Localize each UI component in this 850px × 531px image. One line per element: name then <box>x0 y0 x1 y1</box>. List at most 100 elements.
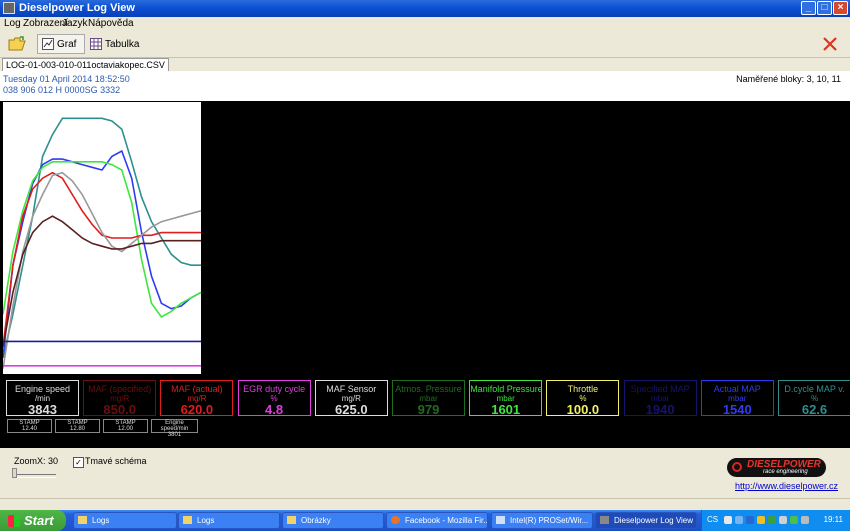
menu-napoveda[interactable]: Nápověda <box>88 18 134 29</box>
log-date: Tuesday 01 April 2014 18:52:50 <box>3 74 130 84</box>
gauge-name: MAF Sensor <box>326 384 377 394</box>
table-view-label: Tabulka <box>105 38 140 50</box>
stamp-value: 12.40 <box>21 426 37 432</box>
gauge-value: 4.8 <box>265 402 284 417</box>
toolbar: Graf Tabulka <box>0 31 850 58</box>
gauge-name: Actual MAP <box>713 384 761 394</box>
taskbar-item-intel-proset[interactable]: Intel(R) PROSet/Wir... <box>491 512 593 529</box>
stamp-value: 12.80 <box>69 426 85 432</box>
folder-icon <box>183 516 192 524</box>
gauge-maf-actual: MAF (actual) mg/R 620.0 <box>160 380 234 417</box>
bluetooth-icon[interactable] <box>746 516 754 524</box>
taskbar-item-label: Logs <box>92 516 110 525</box>
network-icon <box>496 516 505 524</box>
gauge-actual-map: Actual MAP mbar 1540 <box>700 380 774 417</box>
gauge-value: 3843 <box>28 402 57 417</box>
close-log-button[interactable] <box>822 34 838 54</box>
language-indicator[interactable]: CS <box>707 515 718 524</box>
website-link[interactable]: http://www.dieselpower.cz <box>735 481 838 491</box>
gauge-maf-sensor: MAF Sensor mg/R 625.0 <box>314 380 388 417</box>
file-tabs: LOG-01-003-010-011octaviakopec.CSV <box>0 57 850 72</box>
tray-icon[interactable] <box>768 516 776 524</box>
maximize-button[interactable]: □ <box>817 1 832 15</box>
gauge-name: MAF (specified) <box>88 384 152 394</box>
series-line-3 <box>2 171 201 347</box>
dark-scheme-checkbox[interactable]: ✓ <box>73 457 84 468</box>
start-button[interactable]: Start <box>0 510 66 531</box>
taskbar-item-firefox[interactable]: Facebook - Mozilla Fir... <box>386 512 488 529</box>
gauge-name: Specified MAP <box>630 384 690 394</box>
network-tray-icon[interactable] <box>790 516 798 524</box>
zoom-slider[interactable] <box>12 468 56 478</box>
graph-view-label: Graf <box>57 38 77 50</box>
firefox-icon <box>391 516 400 524</box>
gauge-name: Engine speed <box>14 384 71 394</box>
title-bar: Dieselpower Log View _ □ × <box>0 0 850 17</box>
minimize-button[interactable]: _ <box>801 1 816 15</box>
graph-view-button[interactable]: Graf <box>37 34 85 54</box>
gauge-maf-specified: MAF (specified) mg/R 850.0 <box>83 380 157 417</box>
gauge-specified-map: Specified MAP mbar 1940 <box>623 380 697 417</box>
stamp-label: Engine speed/min <box>160 420 189 432</box>
tray-icon[interactable] <box>724 516 732 524</box>
gauge-engine-speed: Engine speed /min 3843 <box>6 380 79 417</box>
shield-icon[interactable] <box>757 516 765 524</box>
gauge-value: 850.0 <box>103 402 136 417</box>
measured-blocks: Naměřené bloky: 3, 10, 11 <box>736 74 841 84</box>
stamp-box: STAMP 12.40 <box>7 419 52 433</box>
start-label: Start <box>24 513 54 528</box>
menu-bar: Log Zobrazení Jazyk Nápověda <box>0 17 850 31</box>
taskbar-item-label: Intel(R) PROSet/Wir... <box>510 516 589 525</box>
window-title: Dieselpower Log View <box>19 2 135 14</box>
close-window-button[interactable]: × <box>833 1 848 15</box>
gauge-value: 100.0 <box>566 402 600 417</box>
gauge-value: 1940 <box>645 402 675 417</box>
taskbar-item-label: Dieselpower Log View <box>614 516 694 525</box>
taskbar-item-label: Facebook - Mozilla Fir... <box>405 516 488 525</box>
menu-log[interactable]: Log <box>4 18 21 29</box>
taskbar-item-logs-2[interactable]: Logs <box>178 512 280 529</box>
menu-jazyk[interactable]: Jazyk <box>62 18 88 29</box>
system-tray: CS 19:11 <box>701 510 850 531</box>
dark-scheme-label: Tmavé schéma <box>85 456 147 466</box>
tab-log-file[interactable]: LOG-01-003-010-011octaviakopec.CSV <box>2 58 169 72</box>
logo-mark-icon <box>732 462 742 472</box>
gauge-name: MAF (actual) <box>171 384 223 394</box>
zoom-label: ZoomX: 30 <box>14 456 59 466</box>
gauge-name: Manifold Pressure <box>470 384 542 394</box>
gauge-value: 62.6 <box>801 402 828 417</box>
gauge-manifold-pressure: Manifold Pressure mbar 1601 <box>469 380 543 417</box>
red-x-icon <box>823 37 837 51</box>
table-view-button[interactable]: Tabulka <box>90 34 139 54</box>
app-icon <box>600 516 609 524</box>
gauge-name: Atmos. Pressure <box>395 384 462 394</box>
gauge-dcycle-map: D.cycle MAP v. % 62.6 <box>778 380 850 417</box>
graph-icon <box>42 38 54 50</box>
log-info-panel: Tuesday 01 April 2014 18:52:50 038 906 0… <box>0 71 850 101</box>
stamp-value: 3801 <box>167 432 182 438</box>
gauge-value: 1601 <box>491 402 521 417</box>
gauge-egr-duty-cycle: EGR duty cycle % 4.8 <box>237 380 311 417</box>
tray-icon[interactable] <box>779 516 787 524</box>
gauge-throttle: Throttle % 100.0 <box>546 380 620 417</box>
ecu-id: 038 906 012 H 0000SG 3332 <box>3 85 121 95</box>
stamp-box: Engine speed/min 3801 <box>151 419 198 438</box>
volume-icon[interactable] <box>801 516 809 524</box>
series-line-4 <box>2 171 202 369</box>
taskbar-item-logs-1[interactable]: Logs <box>73 512 177 529</box>
zoom-slider-thumb[interactable] <box>12 468 17 478</box>
open-file-button[interactable] <box>8 34 26 54</box>
gauge-value: 979 <box>417 402 440 417</box>
taskbar-item-obrazky[interactable]: Obrázky <box>282 512 384 529</box>
windows-flag-icon <box>8 514 20 527</box>
gauge-panel: Engine speed /min 3843 MAF (specified) m… <box>0 376 850 448</box>
taskbar: Start Logs Logs Obrázky Facebook - Mozil… <box>0 510 850 531</box>
app-icon <box>3 2 15 14</box>
gauge-name: Throttle <box>567 384 599 394</box>
tray-icon[interactable] <box>735 516 743 524</box>
taskbar-item-dieselpower[interactable]: Dieselpower Log View <box>595 512 697 529</box>
log-graph[interactable] <box>2 102 202 374</box>
gauge-atmos-pressure: Atmos. Pressure mbar 979 <box>392 380 465 417</box>
gauge-value: 625.0 <box>335 402 368 417</box>
graph-area[interactable] <box>0 101 850 376</box>
